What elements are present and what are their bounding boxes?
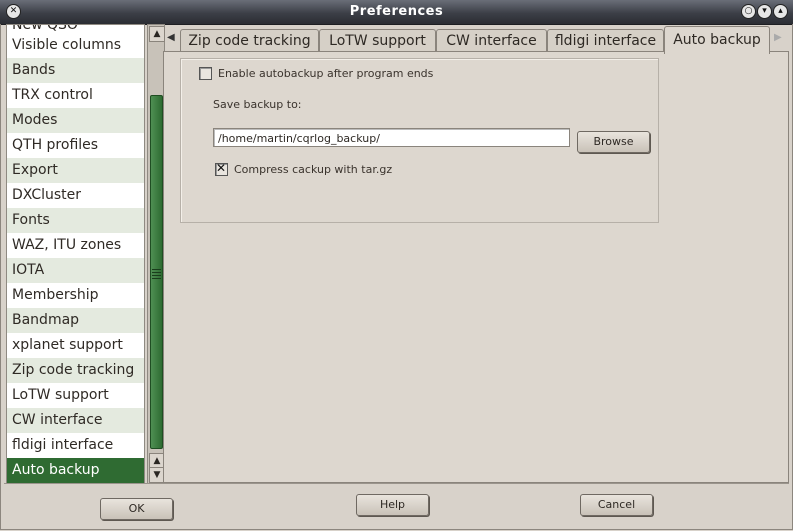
- sidebar-item-cw-interface[interactable]: CW interface: [7, 408, 144, 433]
- grip-icon: [152, 269, 161, 279]
- sidebar-item-zip-code-tracking[interactable]: Zip code tracking: [7, 358, 144, 383]
- tab-scroll-left-icon[interactable]: ◀: [167, 32, 175, 43]
- enable-autobackup-label[interactable]: Enable autobackup after program ends: [218, 67, 433, 80]
- sidebar-item-waz-itu-zones[interactable]: WAZ, ITU zones: [7, 233, 144, 258]
- maximize-icon[interactable]: ▴: [773, 4, 788, 19]
- sidebar-item-bands[interactable]: Bands: [7, 58, 144, 83]
- sidebar-item-fldigi-interface[interactable]: fldigi interface: [7, 433, 144, 458]
- save-backup-to-label: Save backup to:: [213, 98, 302, 111]
- sidebar-item-clipped[interactable]: New QSO: [7, 25, 144, 33]
- sidebar-item-auto-backup[interactable]: Auto backup: [7, 458, 144, 483]
- footer-divider: [4, 483, 789, 484]
- sidebar-item-dxcluster[interactable]: DXCluster: [7, 183, 144, 208]
- sidebar-item-bandmap[interactable]: Bandmap: [7, 308, 144, 333]
- tab-zip-code-tracking[interactable]: Zip code tracking: [180, 29, 319, 53]
- tab-fldigi-interface[interactable]: fldigi interface: [547, 29, 664, 53]
- settings-category-list[interactable]: New QSO Visible columns Bands TRX contro…: [6, 24, 145, 484]
- menu-icon[interactable]: ○: [741, 4, 756, 19]
- sidebar-item-lotw-support[interactable]: LoTW support: [7, 383, 144, 408]
- ok-button[interactable]: OK: [100, 498, 173, 520]
- sidebar-item-xplanet-support[interactable]: xplanet support: [7, 333, 144, 358]
- sidebar-item-iota[interactable]: IOTA: [7, 258, 144, 283]
- scrollbar-thumb[interactable]: [150, 95, 163, 449]
- enable-autobackup-checkbox[interactable]: [199, 67, 212, 80]
- window-title: Preferences: [349, 4, 444, 19]
- sidebar-item-fonts[interactable]: Fonts: [7, 208, 144, 233]
- help-button[interactable]: Help: [356, 494, 429, 516]
- tab-lotw-support[interactable]: LoTW support: [319, 29, 436, 53]
- tab-scroll-right-icon[interactable]: ▶: [774, 32, 782, 43]
- auto-backup-group: Enable autobackup after program ends Sav…: [180, 58, 659, 223]
- compress-tar-gz-label[interactable]: Compress cackup with tar.gz: [234, 163, 392, 176]
- backup-path-field[interactable]: /home/martin/cqrlog_backup/: [213, 128, 570, 147]
- sidebar-item-visible-columns[interactable]: Visible columns: [7, 33, 144, 58]
- cancel-button[interactable]: Cancel: [580, 494, 653, 516]
- minimize-icon[interactable]: ▾: [757, 4, 772, 19]
- sidebar-item-export[interactable]: Export: [7, 158, 144, 183]
- sidebar-item-modes[interactable]: Modes: [7, 108, 144, 133]
- auto-backup-panel: Enable autobackup after program ends Sav…: [163, 51, 789, 483]
- sidebar-item-label: New QSO: [12, 25, 78, 33]
- compress-tar-gz-checkbox[interactable]: [215, 161, 228, 176]
- sidebar-item-membership[interactable]: Membership: [7, 283, 144, 308]
- window-titlebar: ✕ Preferences ○ ▾ ▴: [0, 0, 793, 25]
- tab-bar: ◀ Zip code tracking LoTW support CW inte…: [163, 26, 793, 54]
- sidebar-item-trx-control[interactable]: TRX control: [7, 83, 144, 108]
- sidebar-item-qth-profiles[interactable]: QTH profiles: [7, 133, 144, 158]
- tab-cw-interface[interactable]: CW interface: [436, 29, 547, 53]
- tab-auto-backup[interactable]: Auto backup: [664, 26, 770, 54]
- browse-button[interactable]: Browse: [577, 131, 650, 153]
